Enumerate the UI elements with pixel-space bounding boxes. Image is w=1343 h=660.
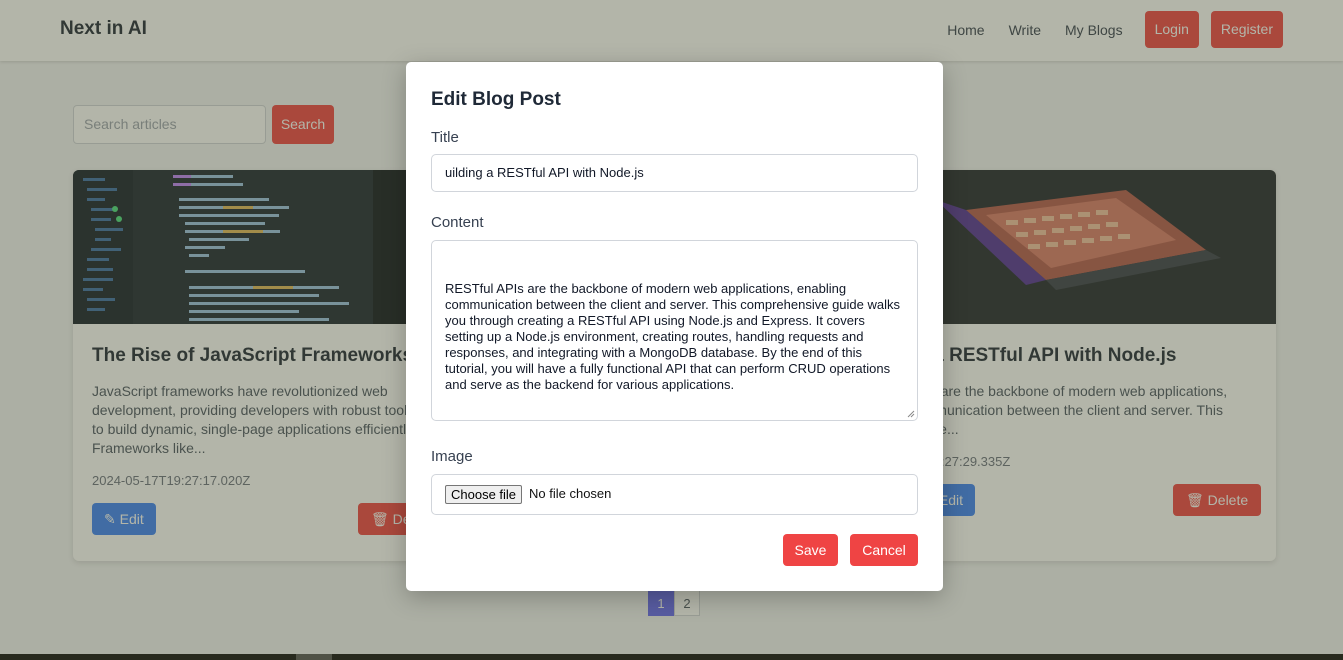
modal-title: Edit Blog Post (431, 89, 561, 110)
image-label: Image (431, 448, 473, 465)
resize-handle-icon[interactable] (907, 410, 915, 418)
save-button[interactable]: Save (783, 534, 838, 566)
content-label: Content (431, 214, 484, 231)
file-status: No file chosen (529, 486, 612, 501)
title-label: Title (431, 129, 459, 146)
cancel-button[interactable]: Cancel (850, 534, 918, 566)
content-text: RESTful APIs are the backbone of modern … (445, 281, 900, 392)
title-input[interactable]: uilding a RESTful API with Node.js (431, 154, 918, 192)
choose-file-button[interactable]: Choose file (445, 485, 523, 504)
content-textarea[interactable]: RESTful APIs are the backbone of modern … (431, 240, 918, 421)
image-file-input[interactable]: Choose file No file chosen (431, 474, 918, 515)
edit-blog-modal: Edit Blog Post Title uilding a RESTful A… (406, 62, 943, 591)
